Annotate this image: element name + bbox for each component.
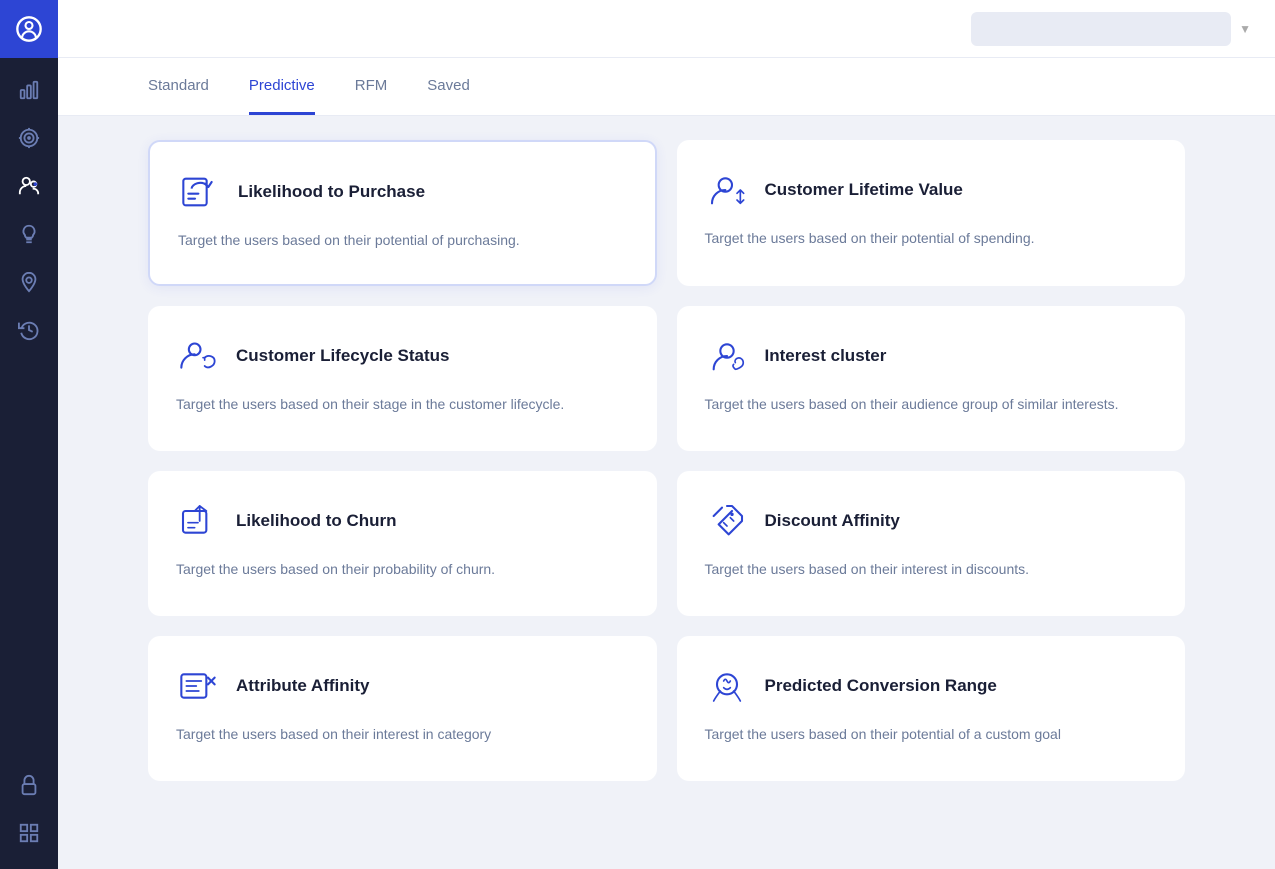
card-title: Predicted Conversion Range (765, 676, 997, 696)
card-interest-cluster[interactable]: Interest cluster Target the users based … (677, 306, 1186, 451)
card-header: Customer Lifecycle Status (176, 334, 629, 378)
sidebar-item-analytics[interactable] (0, 66, 58, 114)
card-title: Discount Affinity (765, 511, 900, 531)
tab-saved[interactable]: Saved (427, 58, 470, 115)
card-title: Customer Lifetime Value (765, 180, 963, 200)
purchase-icon (178, 170, 222, 214)
cards-grid: Likelihood to Purchase Target the users … (58, 116, 1275, 805)
card-title: Customer Lifecycle Status (236, 346, 450, 366)
sidebar-item-users[interactable] (0, 162, 58, 210)
card-desc: Target the users based on their stage in… (176, 394, 629, 416)
sidebar-item-history[interactable] (0, 306, 58, 354)
card-header: Interest cluster (705, 334, 1158, 378)
card-header: Likelihood to Purchase (178, 170, 627, 214)
interest-icon (705, 334, 749, 378)
lifecycle-icon (176, 334, 220, 378)
sidebar-bottom (0, 761, 58, 869)
card-title: Interest cluster (765, 346, 887, 366)
card-desc: Target the users based on their potentia… (705, 228, 1158, 250)
sidebar-item-target[interactable] (0, 114, 58, 162)
dropdown-arrow-icon[interactable]: ▼ (1239, 22, 1251, 36)
discount-icon (705, 499, 749, 543)
main-content: ▼ Standard Predictive RFM Saved L (58, 0, 1275, 869)
search-input[interactable] (971, 12, 1231, 46)
card-customer-lifetime-value[interactable]: Customer Lifetime Value Target the users… (677, 140, 1186, 286)
card-desc: Target the users based on their interest… (705, 559, 1158, 581)
card-header: Likelihood to Churn (176, 499, 629, 543)
card-header: Predicted Conversion Range (705, 664, 1158, 708)
header: ▼ (58, 0, 1275, 58)
card-discount-affinity[interactable]: Discount Affinity Target the users based… (677, 471, 1186, 616)
tab-standard[interactable]: Standard (148, 58, 209, 115)
conversion-icon (705, 664, 749, 708)
card-title: Likelihood to Purchase (238, 182, 425, 202)
tab-predictive[interactable]: Predictive (249, 58, 315, 115)
card-desc: Target the users based on their probabil… (176, 559, 629, 581)
card-customer-lifecycle-status[interactable]: Customer Lifecycle Status Target the use… (148, 306, 657, 451)
sidebar-item-location[interactable] (0, 258, 58, 306)
clv-icon (705, 168, 749, 212)
card-likelihood-purchase[interactable]: Likelihood to Purchase Target the users … (148, 140, 657, 286)
card-predicted-conversion[interactable]: Predicted Conversion Range Target the us… (677, 636, 1186, 781)
card-header: Attribute Affinity (176, 664, 629, 708)
card-desc: Target the users based on their potentia… (178, 230, 627, 252)
card-likelihood-churn[interactable]: Likelihood to Churn Target the users bas… (148, 471, 657, 616)
card-header: Discount Affinity (705, 499, 1158, 543)
tabs-bar: Standard Predictive RFM Saved (58, 58, 1275, 116)
card-title: Likelihood to Churn (236, 511, 397, 531)
card-desc: Target the users based on their audience… (705, 394, 1158, 416)
card-attribute-affinity[interactable]: Attribute Affinity Target the users base… (148, 636, 657, 781)
card-header: Customer Lifetime Value (705, 168, 1158, 212)
logo[interactable] (0, 0, 58, 58)
card-title: Attribute Affinity (236, 676, 369, 696)
tab-rfm[interactable]: RFM (355, 58, 388, 115)
attribute-icon (176, 664, 220, 708)
sidebar (0, 0, 58, 869)
sidebar-item-lightbulb[interactable] (0, 210, 58, 258)
card-desc: Target the users based on their interest… (176, 724, 629, 746)
sidebar-item-grid[interactable] (0, 809, 58, 857)
churn-icon (176, 499, 220, 543)
card-desc: Target the users based on their potentia… (705, 724, 1158, 746)
sidebar-item-lock[interactable] (0, 761, 58, 809)
